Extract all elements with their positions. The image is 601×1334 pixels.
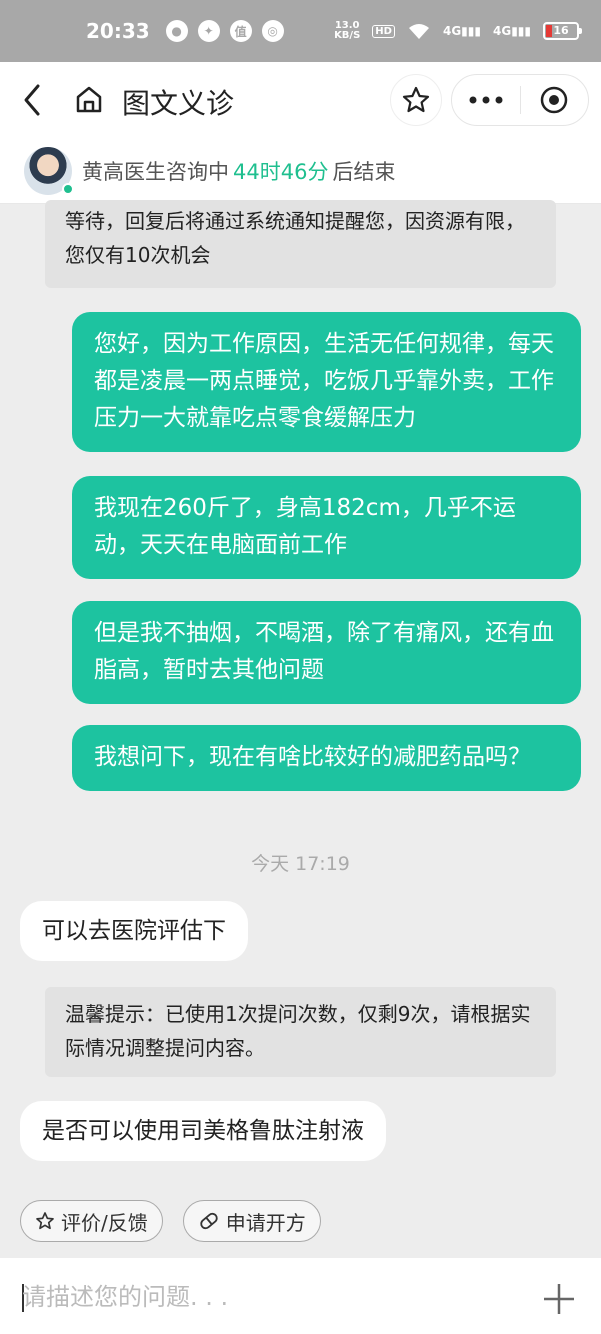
more-dots-icon	[469, 96, 503, 104]
message-timestamp: 今天 17:19	[251, 853, 350, 875]
value-app-icon: 值	[229, 20, 252, 42]
request-prescription-button[interactable]: 申请开方	[182, 1200, 321, 1242]
online-indicator	[62, 182, 74, 195]
wifi-icon	[408, 24, 429, 39]
clock: 20:33	[86, 19, 150, 43]
feedback-label: 评价/反馈	[61, 1210, 148, 1235]
signal-4g-icon: 4G▮▮▮	[442, 24, 481, 38]
feedback-button[interactable]: 评价/反馈	[20, 1200, 163, 1242]
plus-icon[interactable]	[540, 1280, 578, 1318]
status-bar: 20:33 ● ✦ 值 ◎ 13.0 KB/S HD 4G▮▮▮ 4G▮▮▮ 1…	[0, 0, 601, 62]
star-outline-icon	[36, 1212, 54, 1230]
message-input[interactable]	[22, 1280, 502, 1314]
user-message[interactable]: 您好，因为工作原因，生活无任何规律，每天都是凌晨一两点睡觉，吃饭几乎靠外卖，工作…	[72, 312, 581, 452]
target-close-icon	[541, 86, 568, 114]
consult-status-prefix: 黄高医生咨询中	[82, 159, 229, 184]
doctor-message[interactable]: 可以去医院评估下	[20, 901, 248, 961]
bird-app-icon: ✦	[197, 20, 220, 42]
request-prescription-label: 申请开方	[225, 1210, 306, 1235]
back-icon[interactable]	[18, 82, 48, 118]
usage-tip-notice: 温馨提示：已使用1次提问次数，仅剩9次，请根据实际情况调整提问内容。	[45, 987, 556, 1077]
page-title: 图文义诊	[122, 87, 235, 120]
consult-status-suffix: 后结束	[332, 159, 396, 184]
user-message[interactable]: 但是我不抽烟，不喝酒，除了有痛风，还有血脂高，暂时去其他问题	[72, 601, 581, 704]
signal-4g-icon-2: 4G▮▮▮	[492, 24, 531, 38]
doctor-avatar[interactable]	[24, 146, 74, 195]
message-input-bar	[0, 1258, 601, 1334]
user-message[interactable]: 我现在260斤了，身高182cm，几乎不运动，天天在电脑面前工作	[72, 476, 581, 579]
more-button[interactable]	[452, 74, 520, 126]
quick-actions: 评价/反馈 申请开方	[20, 1200, 321, 1242]
pill-icon	[200, 1212, 218, 1230]
wechat-icon: ●	[165, 20, 188, 42]
system-indicators: 13.0 KB/S HD 4G▮▮▮ 4G▮▮▮ 16	[334, 20, 582, 41]
star-icon	[402, 86, 430, 113]
home-icon[interactable]	[74, 84, 104, 114]
close-mini-program-button[interactable]	[521, 74, 588, 126]
battery-icon: 16	[543, 22, 582, 40]
notification-icons: ● ✦ 值 ◎	[165, 20, 284, 42]
consult-status-text: 黄高医生咨询中 44时46分 后结束	[82, 156, 395, 186]
chat-area[interactable]: 等待，回复后将通过系统通知提醒您，因资源有限，您仅有10次机会 您好，因为工作原…	[0, 200, 601, 1258]
favorite-button[interactable]	[390, 74, 442, 126]
network-speed: 13.0 KB/S	[334, 20, 361, 41]
doctor-status-bar: 黄高医生咨询中 44时46分 后结束	[0, 138, 601, 204]
hd-icon: HD	[372, 24, 395, 38]
user-message[interactable]: 我想问下，现在有啥比较好的减肥药品吗？	[72, 725, 581, 791]
countdown: 44时46分	[233, 159, 329, 184]
browser-app-icon: ◎	[261, 20, 284, 42]
nav-bar: 图文义诊	[0, 62, 601, 138]
system-notice: 等待，回复后将通过系统通知提醒您，因资源有限，您仅有10次机会	[45, 200, 556, 288]
mini-program-capsule	[451, 74, 589, 126]
doctor-message[interactable]: 是否可以使用司美格鲁肽注射液	[20, 1101, 386, 1161]
